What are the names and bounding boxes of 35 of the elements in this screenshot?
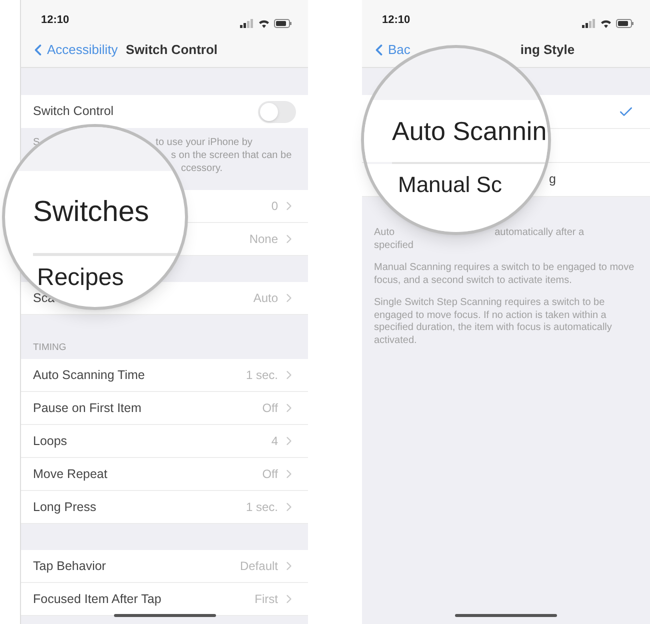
row-label: Auto Scanning Time bbox=[33, 366, 145, 384]
row-value: None bbox=[249, 231, 278, 248]
nav-title: ing Style bbox=[520, 40, 575, 59]
nav-title: Switch Control bbox=[126, 40, 218, 59]
row-value: 1 sec. bbox=[246, 367, 278, 384]
row-value: 4 bbox=[271, 433, 278, 450]
footnote-text: ccessory. bbox=[181, 162, 222, 175]
footnote-text: to use your iPhone by bbox=[156, 136, 252, 149]
row-label: Pause on First Item bbox=[33, 400, 142, 417]
row-value: 0 bbox=[271, 198, 278, 215]
row-value: Auto bbox=[253, 290, 278, 307]
footnote-text: Manual Scanning requires a switch to be engaged to move focus, and a second switch to activate items. bbox=[374, 262, 636, 287]
row-label: Focused Item After Tap bbox=[33, 590, 162, 608]
row-label: Move Repeat bbox=[33, 466, 108, 483]
row-value: Off bbox=[262, 400, 278, 417]
row-label: Tap Behavior bbox=[33, 558, 106, 575]
magnified-label: Manual Sc bbox=[398, 172, 502, 197]
row-label: Switch Control bbox=[33, 103, 114, 120]
footnote-text: s on the screen that can be bbox=[171, 149, 292, 162]
row-label: Loops bbox=[33, 432, 68, 450]
row-value: Default bbox=[240, 558, 278, 575]
footnote-text: Auto bbox=[374, 227, 395, 240]
status-time: 12:10 bbox=[40, 12, 70, 28]
row-value: Off bbox=[262, 466, 278, 483]
footnote-text: specified bbox=[374, 240, 414, 252]
magnified-label: Auto Scannin bbox=[392, 118, 547, 144]
row-value: 1 sec. bbox=[246, 499, 278, 516]
footnote-text: automatically after a bbox=[494, 227, 584, 240]
footnote-text: Single Switch Step Scanning requires a switch to be engaged to move focus. If no action is taken within a specified duration, the item with focus is automatically activated. bbox=[374, 297, 613, 347]
section-header: TIMING bbox=[33, 340, 66, 355]
status-time: 12:10 bbox=[381, 12, 410, 28]
row-label: g bbox=[549, 171, 556, 188]
row-label: Long Press bbox=[33, 498, 96, 516]
magnified-label: Switches bbox=[33, 198, 150, 226]
row-value: First bbox=[254, 591, 278, 608]
